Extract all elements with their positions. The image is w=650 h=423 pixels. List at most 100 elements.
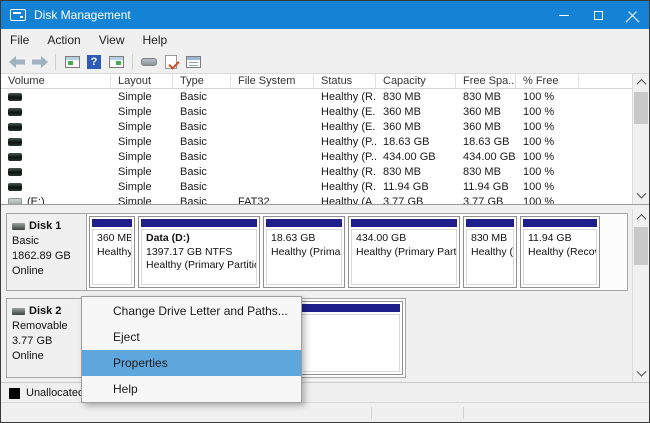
scroll-down-button[interactable] xyxy=(633,188,649,204)
menu-view[interactable]: View xyxy=(90,29,134,50)
console-window-icon xyxy=(65,56,80,68)
partition-color-band xyxy=(92,219,132,227)
app-disk-icon xyxy=(10,9,26,21)
menu-file[interactable]: File xyxy=(1,29,38,50)
rescan-button[interactable] xyxy=(160,52,182,72)
disk1-status: Online xyxy=(12,264,82,279)
status-bar xyxy=(1,402,649,422)
close-icon xyxy=(627,10,638,21)
help-icon: ? xyxy=(87,55,101,69)
column-header-volume[interactable]: Volume xyxy=(1,74,111,88)
partition[interactable]: 434.00 GBHealthy (Primary Partit xyxy=(348,216,460,288)
column-header-free-space[interactable]: Free Spa... xyxy=(456,74,516,88)
volume-table-header: Volume Layout Type File System Status Ca… xyxy=(1,74,634,89)
help-button[interactable]: ? xyxy=(83,52,105,72)
legend-unallocated-label: Unallocated xyxy=(26,387,84,399)
volume-icon xyxy=(8,168,22,176)
disk1-info-box[interactable]: Disk 1 Basic 1862.89 GB Online xyxy=(7,214,87,290)
menu-item-eject[interactable]: Eject xyxy=(82,324,301,350)
chevron-down-icon xyxy=(636,188,646,198)
menu-help[interactable]: Help xyxy=(134,29,177,50)
partition[interactable]: Data (D:)1397.17 GB NTFSHealthy (Primary… xyxy=(138,216,260,288)
column-header-pct-free[interactable]: % Free xyxy=(516,74,579,88)
volume-list-pane: Volume Layout Type File System Status Ca… xyxy=(1,74,634,204)
view-options-button[interactable] xyxy=(182,52,204,72)
disk-icon xyxy=(12,223,25,230)
statusbar-divider xyxy=(371,407,372,419)
partition-color-band xyxy=(523,219,597,227)
menu-item-help[interactable]: Help xyxy=(82,376,301,402)
volume-list-scrollbar[interactable] xyxy=(632,74,649,204)
volume-icon xyxy=(8,123,22,131)
toolbar: ? xyxy=(1,50,649,74)
chevron-up-icon xyxy=(636,213,646,223)
table-row[interactable]: Simple Basic Healthy (E... 360 MB 360 MB… xyxy=(1,104,634,119)
table-row[interactable]: Simple Basic Healthy (R... 830 MB 830 MB… xyxy=(1,164,634,179)
partition-color-band xyxy=(351,219,457,227)
forward-arrow-icon xyxy=(31,56,48,68)
toolbar-separator xyxy=(132,54,133,70)
disk2-size: 3.77 GB xyxy=(12,334,82,349)
disk2-kind: Removable xyxy=(12,319,82,334)
volume-icon xyxy=(8,108,22,116)
table-row[interactable]: Simple Basic Healthy (R... 830 MB 830 MB… xyxy=(1,89,634,104)
disk2-info-box[interactable]: Disk 2 Removable 3.77 GB Online xyxy=(7,299,87,377)
window-controls xyxy=(547,1,649,29)
partition-color-band xyxy=(141,219,257,227)
disk2-status: Online xyxy=(12,349,82,364)
table-row[interactable]: Simple Basic Healthy (P... 434.00 GB 434… xyxy=(1,149,634,164)
scroll-up-button[interactable] xyxy=(633,74,649,90)
disk-drive-icon xyxy=(141,58,157,66)
partition[interactable]: 360 MBHealthy ( xyxy=(89,216,135,288)
menu-item-properties[interactable]: Properties xyxy=(82,350,301,376)
checklist-document-icon xyxy=(165,55,177,69)
disk1-partitions: 360 MBHealthy ( Data (D:)1397.17 GB NTFS… xyxy=(87,214,627,290)
disk1-row: Disk 1 Basic 1862.89 GB Online 360 MBHea… xyxy=(6,213,628,291)
statusbar-divider xyxy=(463,407,464,419)
scroll-down-button[interactable] xyxy=(633,366,649,382)
partition-color-band xyxy=(466,219,514,227)
scroll-up-button[interactable] xyxy=(633,209,649,225)
disk1-size: 1862.89 GB xyxy=(12,249,82,264)
column-header-file-system[interactable]: File System xyxy=(231,74,314,88)
column-header-layout[interactable]: Layout xyxy=(111,74,173,88)
menu-item-change-drive-letter[interactable]: Change Drive Letter and Paths... xyxy=(82,298,301,324)
action-pane-window-icon xyxy=(109,56,124,68)
chevron-down-icon xyxy=(636,366,646,376)
forward-button[interactable] xyxy=(28,52,50,72)
back-arrow-icon xyxy=(9,56,26,68)
refresh-disks-button[interactable] xyxy=(138,52,160,72)
disk-graph-scrollbar[interactable] xyxy=(632,209,649,382)
disk1-kind: Basic xyxy=(12,234,82,249)
minimize-button[interactable] xyxy=(547,1,581,29)
partition[interactable]: 18.63 GBHealthy (Primary xyxy=(263,216,345,288)
console-tree-button[interactable] xyxy=(61,52,83,72)
disk-management-window: Disk Management File Action View Help ? xyxy=(0,0,650,423)
volume-icon xyxy=(8,153,22,161)
column-header-capacity[interactable]: Capacity xyxy=(376,74,456,88)
volume-icon xyxy=(8,93,22,101)
volume-icon xyxy=(8,183,22,191)
partition[interactable]: 830 MBHealthy (R xyxy=(463,216,517,288)
unallocated-color-swatch xyxy=(9,388,20,399)
back-button[interactable] xyxy=(6,52,28,72)
show-action-pane-button[interactable] xyxy=(105,52,127,72)
disk-icon xyxy=(12,308,25,315)
minimize-icon xyxy=(559,15,569,16)
disk2-name: Disk 2 xyxy=(29,304,61,319)
menu-action[interactable]: Action xyxy=(38,29,89,50)
column-header-status[interactable]: Status xyxy=(314,74,376,88)
table-row[interactable]: Simple Basic Healthy (R... 11.94 GB 11.9… xyxy=(1,179,634,194)
column-header-type[interactable]: Type xyxy=(173,74,231,88)
scrollbar-thumb[interactable] xyxy=(634,92,648,124)
partition[interactable]: 11.94 GBHealthy (Recove xyxy=(520,216,600,288)
table-row[interactable]: Simple Basic Healthy (P... 18.63 GB 18.6… xyxy=(1,134,634,149)
properties-window-icon xyxy=(186,56,201,68)
maximize-button[interactable] xyxy=(581,1,615,29)
chevron-up-icon xyxy=(636,78,646,88)
scrollbar-thumb[interactable] xyxy=(634,227,648,265)
table-row[interactable]: Simple Basic Healthy (E... 360 MB 360 MB… xyxy=(1,119,634,134)
table-row[interactable]: (E:) Simple Basic FAT32 Healthy (A... 3.… xyxy=(1,194,634,204)
close-button[interactable] xyxy=(615,1,649,29)
toolbar-separator xyxy=(55,54,56,70)
